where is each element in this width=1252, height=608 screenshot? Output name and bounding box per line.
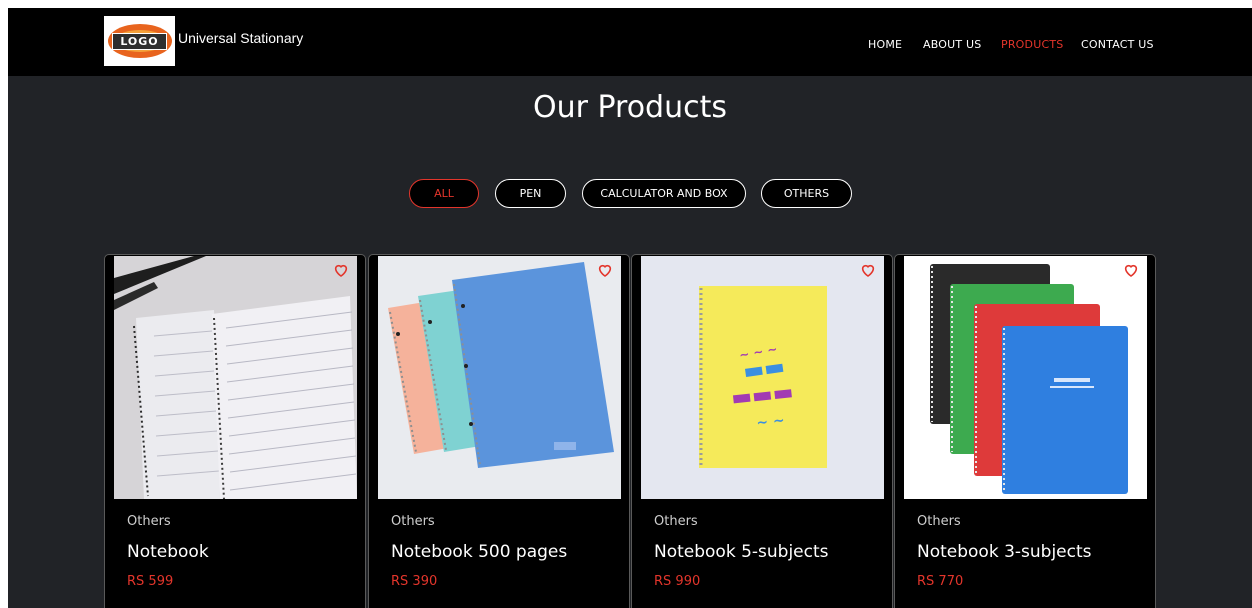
filter-calculator-and-box[interactable]: CALCULATOR AND BOX bbox=[582, 179, 746, 208]
product-image-notebook-500-pages[interactable] bbox=[378, 256, 621, 499]
product-price: RS 599 bbox=[127, 574, 174, 589]
filter-pen[interactable]: PEN bbox=[495, 179, 566, 208]
heart-icon[interactable] bbox=[1123, 262, 1139, 278]
heart-icon[interactable] bbox=[860, 262, 876, 278]
header: LOGO Universal Stationary HOME ABOUT US … bbox=[8, 8, 1252, 76]
logo-emblem: LOGO bbox=[107, 24, 172, 58]
product-category: Others bbox=[654, 514, 698, 529]
product-name[interactable]: Notebook 500 pages bbox=[391, 542, 567, 562]
nav-contact-us[interactable]: CONTACT US bbox=[1081, 38, 1154, 51]
product-price: RS 390 bbox=[391, 574, 438, 589]
main-nav: HOME ABOUT US PRODUCTS CONTACT US bbox=[8, 38, 1252, 52]
product-price: RS 990 bbox=[654, 574, 701, 589]
product-image-notebook-5-subjects[interactable]: ~ ~ ~ ▬▬ ▬▬▬ ~ ~ bbox=[641, 256, 884, 499]
product-category: Others bbox=[127, 514, 171, 529]
heart-icon[interactable] bbox=[333, 262, 349, 278]
page: LOGO Universal Stationary HOME ABOUT US … bbox=[8, 8, 1252, 608]
product-card[interactable]: Others Notebook RS 599 bbox=[104, 254, 366, 608]
logo[interactable]: LOGO bbox=[104, 16, 175, 66]
product-card[interactable]: ~ ~ ~ ▬▬ ▬▬▬ ~ ~ Others Notebook 5-subje… bbox=[631, 254, 893, 608]
svg-text:~ ~: ~ ~ bbox=[756, 413, 786, 432]
nav-products[interactable]: PRODUCTS bbox=[1001, 38, 1063, 51]
product-category: Others bbox=[391, 514, 435, 529]
product-name[interactable]: Notebook 5-subjects bbox=[654, 542, 829, 562]
product-image-notebook[interactable] bbox=[114, 256, 357, 499]
nav-home[interactable]: HOME bbox=[868, 38, 902, 51]
product-card[interactable]: Others Notebook 3-subjects RS 770 bbox=[894, 254, 1156, 608]
page-title: Our Products bbox=[532, 90, 728, 125]
logo-text: LOGO bbox=[112, 32, 167, 50]
nav-about-us[interactable]: ABOUT US bbox=[923, 38, 981, 51]
category-filters: ALL PEN CALCULATOR AND BOX OTHERS bbox=[8, 179, 1252, 209]
product-name[interactable]: Notebook 3-subjects bbox=[917, 542, 1092, 562]
product-name[interactable]: Notebook bbox=[127, 542, 209, 562]
product-image-notebook-3-subjects[interactable] bbox=[904, 256, 1147, 499]
heart-icon[interactable] bbox=[597, 262, 613, 278]
filter-others[interactable]: OTHERS bbox=[761, 179, 852, 208]
filter-all[interactable]: ALL bbox=[409, 179, 479, 208]
product-category: Others bbox=[917, 514, 961, 529]
product-card[interactable]: Others Notebook 500 pages RS 390 bbox=[368, 254, 630, 608]
product-price: RS 770 bbox=[917, 574, 964, 589]
